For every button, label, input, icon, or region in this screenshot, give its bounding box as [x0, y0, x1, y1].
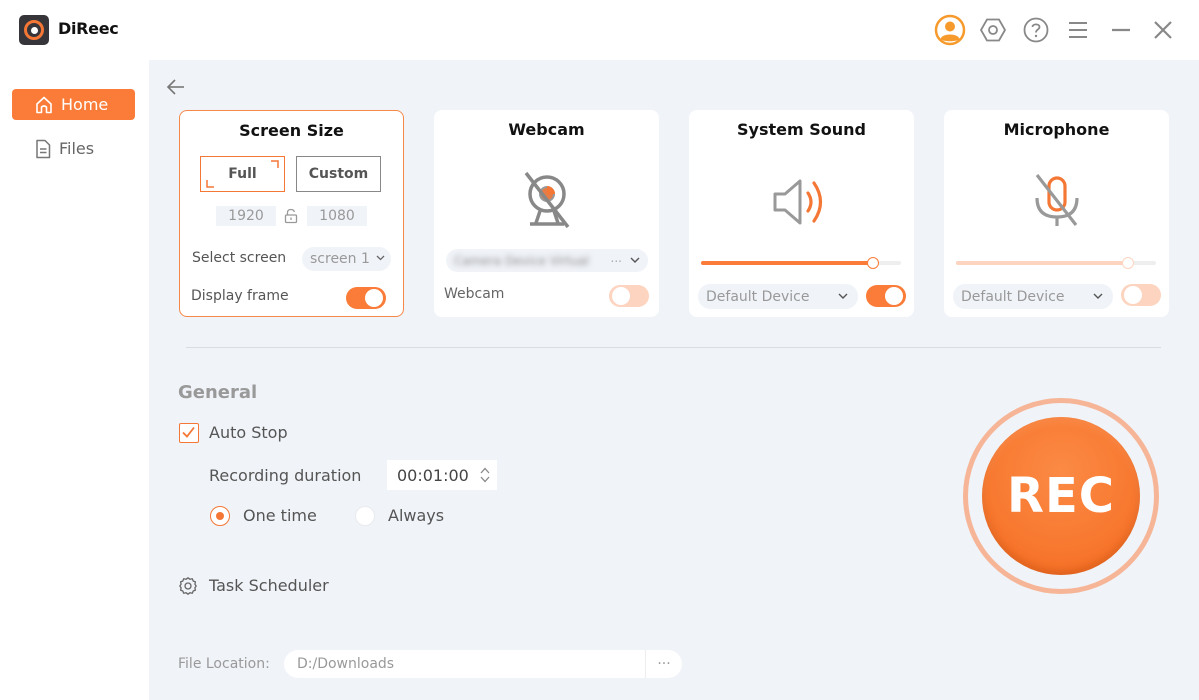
slider-thumb[interactable]	[1122, 257, 1134, 269]
sidebar-item-label: Home	[61, 95, 109, 114]
system-sound-volume-slider[interactable]	[701, 257, 901, 269]
system-sound-toggle[interactable]	[866, 285, 906, 307]
menu-icon[interactable]	[1062, 14, 1094, 46]
always-label: Always	[388, 506, 445, 525]
settings-icon[interactable]	[977, 14, 1009, 46]
always-radio[interactable]	[355, 506, 375, 526]
webcam-device-dropdown[interactable]: Camera Device Virtual ...	[446, 249, 648, 272]
help-icon[interactable]	[1020, 14, 1052, 46]
custom-size-button[interactable]: Custom	[296, 156, 381, 192]
account-icon[interactable]	[934, 14, 966, 46]
rec-button[interactable]: REC	[963, 398, 1159, 594]
chevron-down-icon	[838, 293, 848, 299]
custom-label: Custom	[308, 166, 369, 182]
general-section-title: General	[178, 382, 258, 403]
slider-thumb[interactable]	[867, 257, 879, 269]
system-sound-card[interactable]: System Sound Default Device	[689, 110, 914, 317]
webcam-toggle-label: Webcam	[444, 286, 505, 302]
system-sound-device-dropdown[interactable]: Default Device	[698, 284, 858, 309]
browse-button[interactable]: ···	[645, 650, 682, 678]
auto-stop-checkbox[interactable]	[179, 423, 199, 443]
select-screen-value: screen 1	[310, 251, 370, 267]
card-title: Screen Size	[239, 121, 344, 140]
file-location-value: D:/Downloads	[297, 656, 395, 672]
webcam-off-icon[interactable]	[522, 170, 572, 234]
microphone-toggle[interactable]	[1121, 284, 1161, 306]
system-sound-device-value: Default Device	[706, 288, 810, 305]
task-scheduler-link[interactable]: Task Scheduler	[209, 576, 329, 595]
one-time-radio[interactable]	[210, 506, 230, 526]
screen-size-card[interactable]: Screen Size Full Custom 1920 1080 Select…	[179, 110, 404, 317]
height-input[interactable]: 1080	[307, 206, 367, 226]
minimize-icon[interactable]	[1105, 14, 1137, 46]
gear-icon[interactable]	[178, 576, 198, 600]
main-panel: Screen Size Full Custom 1920 1080 Select…	[149, 60, 1199, 700]
sidebar-item-label: Files	[59, 139, 95, 158]
microphone-device-dropdown[interactable]: Default Device	[953, 284, 1113, 309]
recording-duration-label: Recording duration	[209, 466, 362, 485]
chevron-down-icon	[1093, 293, 1103, 299]
app-title: DiReec	[58, 19, 119, 38]
file-location-label: File Location:	[178, 656, 270, 672]
chevron-down-icon	[376, 255, 385, 261]
home-icon	[36, 96, 52, 113]
auto-stop-label: Auto Stop	[209, 423, 288, 442]
speaker-icon[interactable]	[772, 177, 832, 231]
checkmark-icon	[182, 426, 195, 438]
card-title: System Sound	[737, 120, 866, 139]
sidebar-item-files[interactable]: Files	[12, 133, 135, 164]
card-title: Webcam	[508, 120, 585, 139]
sidebar-item-home[interactable]: Home	[12, 89, 135, 120]
stepper-icon[interactable]	[479, 466, 491, 484]
app-logo-icon	[19, 15, 49, 45]
back-button[interactable]	[165, 76, 187, 98]
webcam-toggle[interactable]	[609, 285, 649, 307]
close-icon[interactable]	[1147, 14, 1179, 46]
recording-duration-value: 00:01:00	[397, 465, 469, 485]
microphone-card[interactable]: Microphone Default Device	[944, 110, 1169, 317]
webcam-device-value: Camera Device Virtual	[454, 253, 589, 268]
microphone-off-icon[interactable]	[1032, 172, 1082, 234]
select-screen-label: Select screen	[192, 250, 287, 266]
width-input[interactable]: 1920	[216, 206, 276, 226]
lock-icon[interactable]	[284, 208, 298, 228]
display-frame-label: Display frame	[191, 288, 289, 304]
title-bar: DiReec	[0, 0, 1199, 60]
display-frame-toggle[interactable]	[346, 287, 386, 309]
select-screen-dropdown[interactable]: screen 1	[302, 247, 391, 271]
chevron-down-icon	[630, 257, 640, 263]
ellipsis: ...	[610, 251, 622, 265]
full-label: Full	[228, 166, 257, 182]
file-icon	[36, 139, 51, 158]
arrow-left-icon	[166, 79, 184, 95]
one-time-label: One time	[243, 506, 317, 525]
recording-duration-input[interactable]: 00:01:00	[387, 460, 497, 490]
rec-label: REC	[1007, 468, 1115, 524]
microphone-volume-slider[interactable]	[956, 257, 1156, 269]
webcam-card[interactable]: Webcam Camera Device Virtual ... Webcam	[434, 110, 659, 317]
sidebar: Home Files	[0, 60, 149, 700]
full-screen-button[interactable]: Full	[200, 156, 285, 192]
microphone-device-value: Default Device	[961, 288, 1065, 305]
file-location-input[interactable]: D:/Downloads	[284, 650, 682, 678]
section-divider	[186, 347, 1161, 348]
card-title: Microphone	[1003, 120, 1110, 139]
more-icon: ···	[657, 656, 671, 672]
